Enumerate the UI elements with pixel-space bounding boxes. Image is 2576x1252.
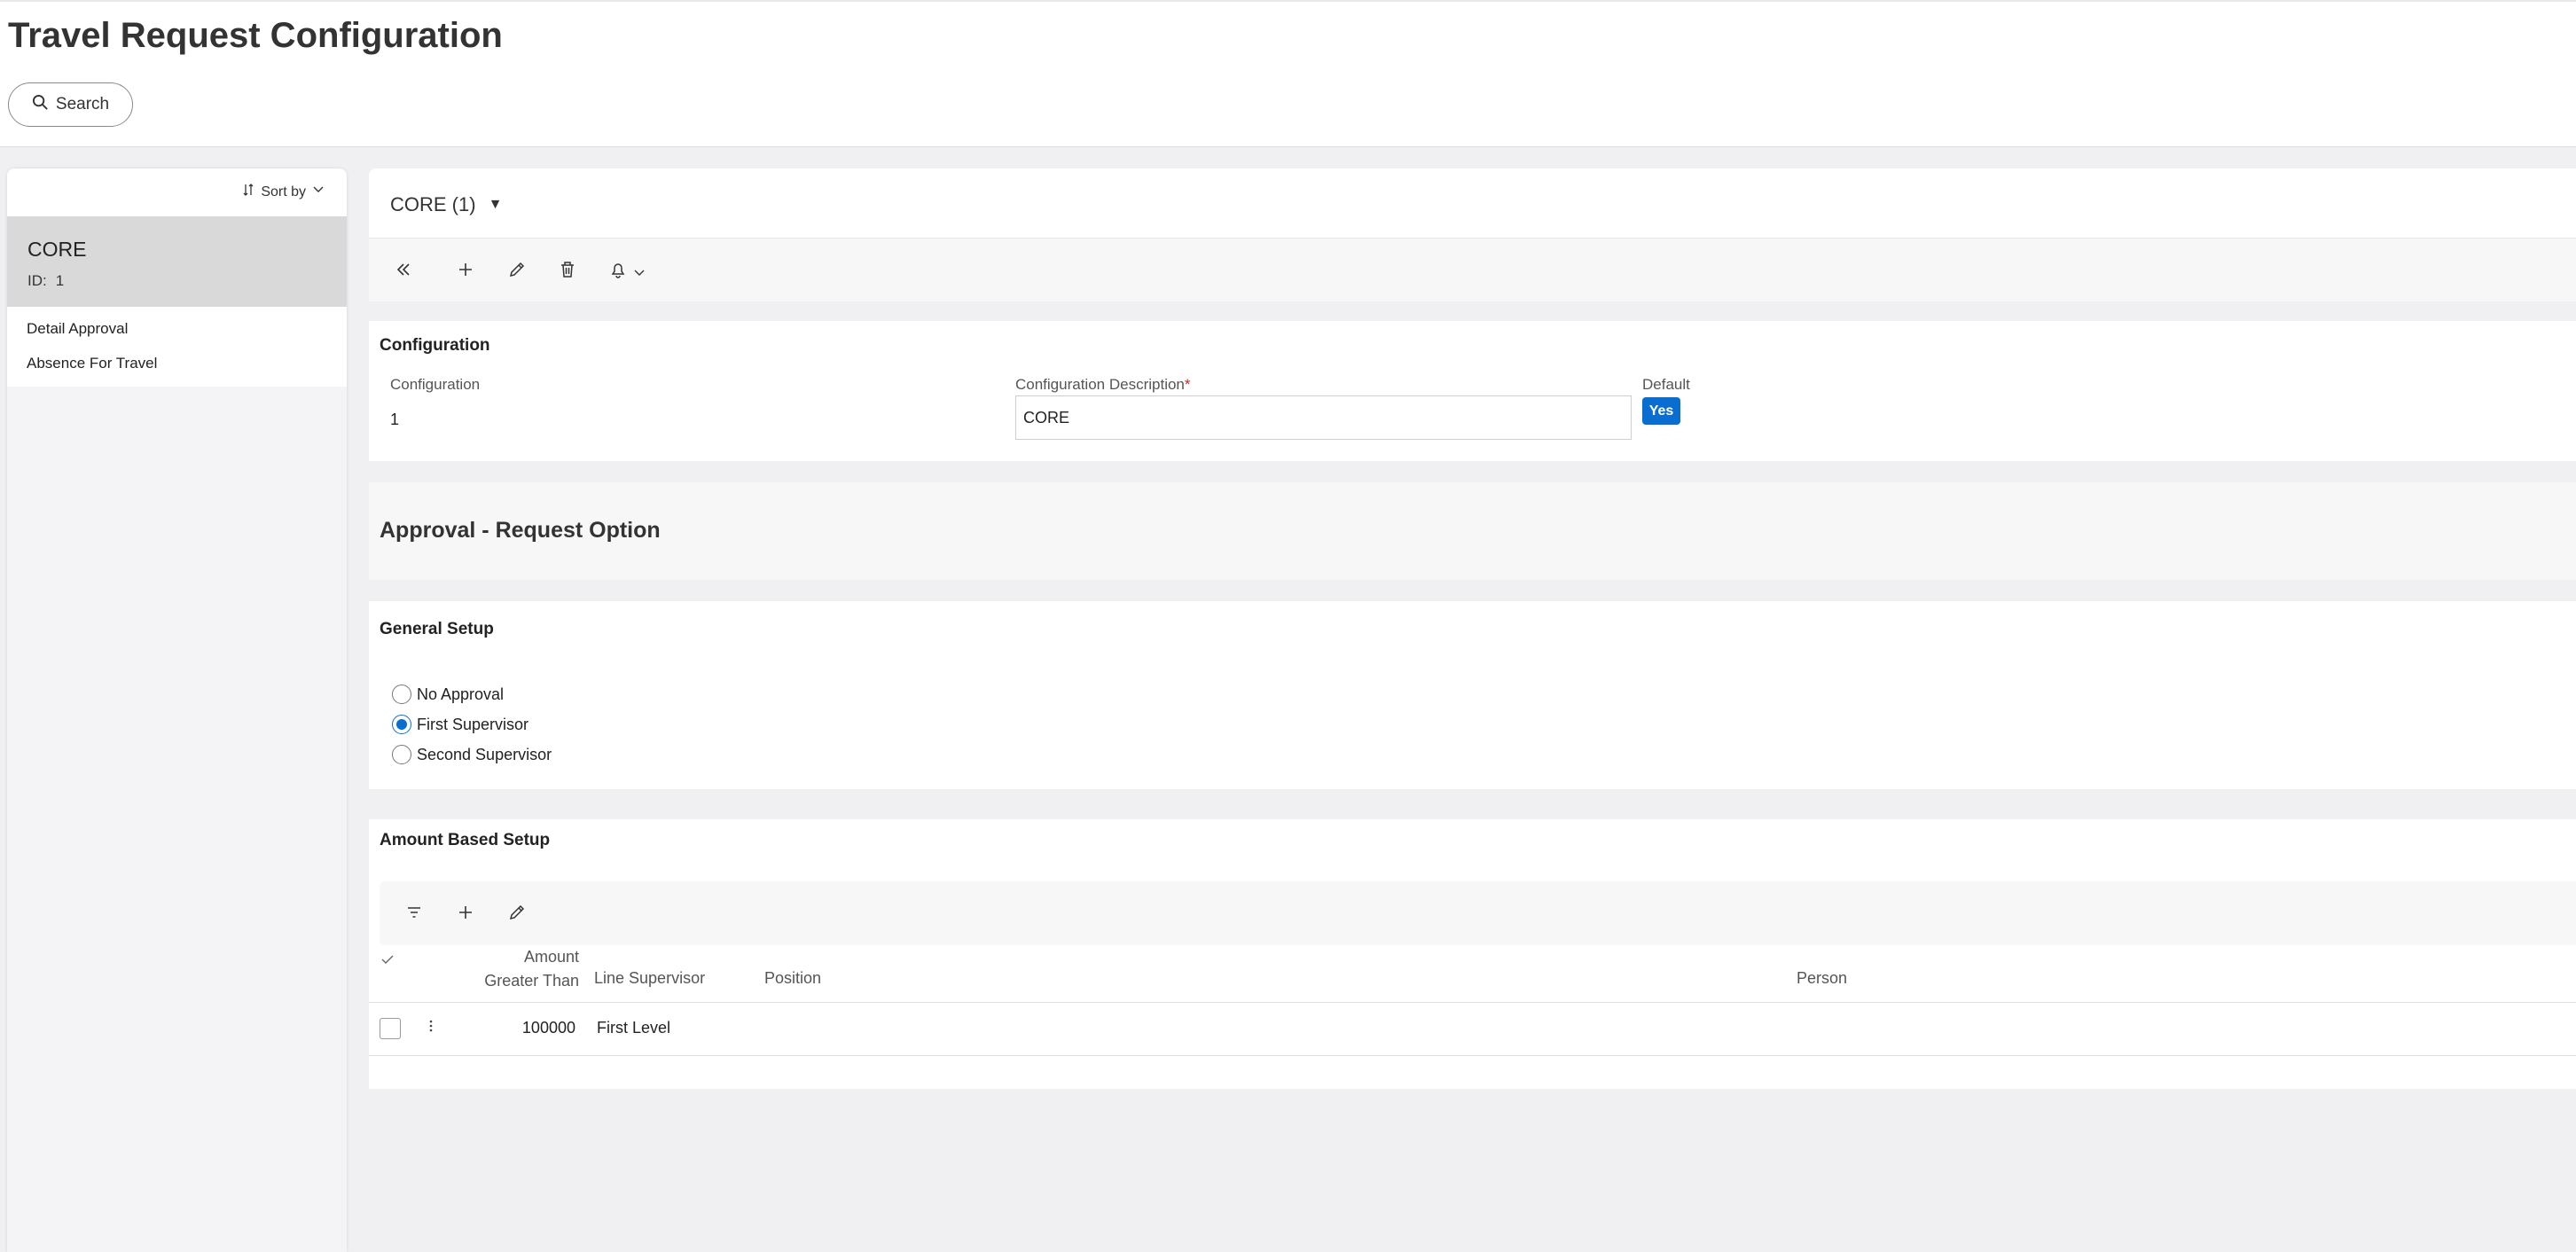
- list-item-id: ID: 1: [27, 272, 347, 290]
- radio-label: No Approval: [417, 685, 505, 703]
- column-header-line-supervisor[interactable]: Line Supervisor: [594, 969, 705, 988]
- page-header: Travel Request Configuration Search: [0, 0, 2576, 147]
- column-header-position[interactable]: Position: [764, 969, 821, 988]
- amount-based-setup-section: Amount Based Setup Amount Greater Than L…: [369, 819, 2576, 1089]
- list-item-name: CORE: [27, 238, 87, 261]
- amount-based-setup-title: Amount Based Setup: [380, 831, 551, 849]
- search-button[interactable]: Search: [8, 82, 133, 127]
- radio-first-supervisor[interactable]: First Supervisor: [392, 715, 529, 734]
- configuration-description-label-text: Configuration Description: [1015, 376, 1185, 393]
- select-all-check-icon[interactable]: [381, 951, 394, 969]
- link-absence-for-travel[interactable]: Absence For Travel: [7, 348, 347, 383]
- general-setup-section: General Setup No Approval First Supervis…: [369, 601, 2576, 789]
- required-mark: *: [1184, 376, 1191, 393]
- row-divider: [369, 1055, 2576, 1056]
- configuration-description-label: Configuration Description*: [1015, 376, 1191, 394]
- detail-panel: CORE (1) ▼ Configuration Configuration 1…: [369, 168, 2576, 1252]
- record-title-dropdown[interactable]: CORE (1) ▼: [390, 193, 502, 216]
- row-menu-icon[interactable]: [429, 1018, 433, 1037]
- sort-by-label: Sort by: [261, 184, 306, 200]
- filter-icon[interactable]: [403, 901, 426, 924]
- radio-button[interactable]: [392, 685, 411, 704]
- column-header-person[interactable]: Person: [1797, 969, 1847, 988]
- add-row-icon[interactable]: [454, 901, 477, 924]
- chevron-down-icon: [313, 183, 324, 201]
- configuration-section: Configuration Configuration 1 Configurat…: [369, 321, 2576, 461]
- bell-icon[interactable]: [607, 258, 630, 281]
- caret-down-icon: ▼: [488, 197, 503, 212]
- edit-icon[interactable]: [505, 258, 529, 281]
- radio-button[interactable]: [392, 745, 411, 764]
- configuration-section-title: Configuration: [380, 336, 490, 355]
- column-header-amount-line2: Greater Than: [484, 972, 579, 990]
- radio-second-supervisor[interactable]: Second Supervisor: [392, 745, 552, 764]
- edit-row-icon[interactable]: [505, 901, 529, 924]
- detail-header: CORE (1) ▼: [369, 168, 2576, 301]
- cell-line-supervisor: First Level: [597, 1019, 671, 1037]
- row-checkbox[interactable]: [380, 1018, 401, 1039]
- page-title: Travel Request Configuration: [8, 16, 503, 55]
- approval-section-title: Approval - Request Option: [380, 518, 661, 543]
- configuration-description-field[interactable]: CORE: [1015, 395, 1632, 440]
- radio-label: First Supervisor: [417, 715, 529, 733]
- list-item-selected[interactable]: CORE ID: 1: [7, 216, 347, 307]
- header-divider: [369, 1002, 2576, 1003]
- cell-amount: 100000: [521, 1019, 575, 1037]
- add-icon[interactable]: [454, 258, 477, 281]
- table-toolbar: [380, 881, 2576, 945]
- collapse-icon[interactable]: [392, 258, 415, 281]
- search-icon: [32, 94, 49, 116]
- chevron-down-icon[interactable]: [628, 262, 651, 285]
- sort-by-button[interactable]: Sort by: [243, 183, 324, 201]
- configuration-label: Configuration: [390, 376, 481, 393]
- configuration-value: 1: [390, 411, 400, 428]
- radio-button-selected[interactable]: [392, 715, 411, 734]
- list-header: Sort by: [7, 168, 347, 216]
- default-toggle[interactable]: Yes: [1642, 397, 1680, 425]
- approval-section: Approval - Request Option: [369, 482, 2576, 580]
- list-item-id-value: 1: [55, 272, 65, 289]
- list-item-id-label: ID:: [27, 272, 47, 289]
- delete-icon[interactable]: [556, 258, 579, 281]
- link-detail-approval[interactable]: Detail Approval: [7, 314, 347, 348]
- record-title: CORE (1): [390, 193, 476, 215]
- sort-icon: [243, 183, 254, 201]
- radio-label: Second Supervisor: [417, 745, 552, 763]
- column-header-amount[interactable]: Amount Greater Than: [458, 945, 579, 993]
- radio-no-approval[interactable]: No Approval: [392, 685, 504, 704]
- record-list-panel: Sort by CORE ID: 1 Detail Approval Absen…: [7, 168, 347, 1252]
- column-header-amount-line1: Amount: [523, 948, 579, 966]
- search-button-label: Search: [55, 95, 110, 113]
- general-setup-title: General Setup: [380, 620, 494, 638]
- list-links: Detail Approval Absence For Travel: [7, 307, 347, 387]
- default-label: Default: [1642, 376, 1690, 393]
- detail-toolbar: [369, 238, 2576, 301]
